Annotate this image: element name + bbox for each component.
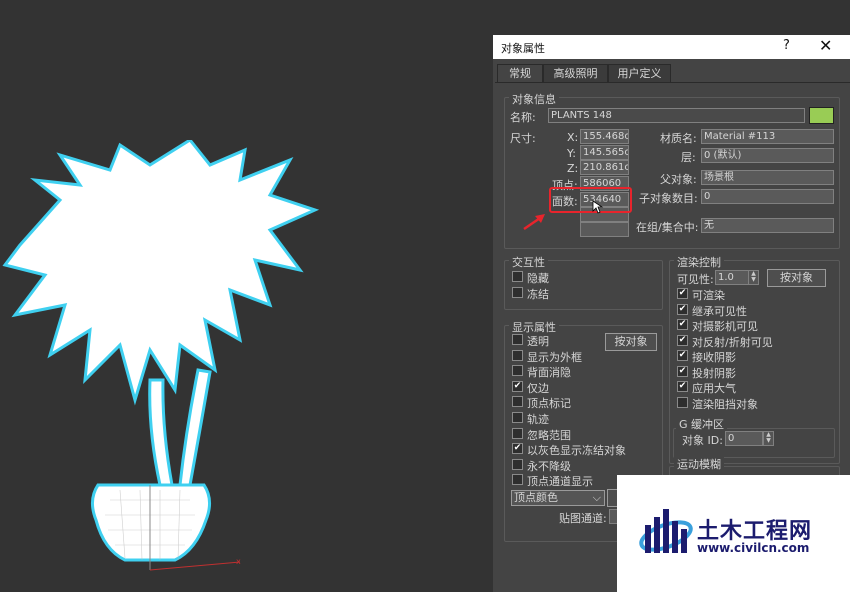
visibility-spinner[interactable]: ▲ ▼ xyxy=(748,270,759,285)
z-dimension-value: 210.861cm xyxy=(580,160,629,175)
display-option-checkbox-1[interactable] xyxy=(512,349,523,361)
parent-value: 场景根 xyxy=(701,170,834,185)
faces-highlight-box xyxy=(549,187,632,213)
title-bar: 对象属性 ? ✕ xyxy=(493,35,850,59)
in-group-value: 无 xyxy=(701,218,834,233)
display-option-label-7: 以灰色显示冻结对象 xyxy=(527,444,626,458)
object-id-label: 对象 ID: xyxy=(682,434,723,447)
render-option-checkbox-6[interactable]: ✔ xyxy=(677,381,688,392)
material-value: Material #113 xyxy=(701,129,834,144)
render-option-checkbox-4[interactable]: ✔ xyxy=(677,350,688,361)
display-option-checkbox-0[interactable] xyxy=(512,334,523,345)
red-arrow-icon xyxy=(523,214,545,231)
material-label: 材质名: xyxy=(660,132,697,145)
render-option-label-0: 可渲染 xyxy=(692,289,725,302)
watermark-url: www.civilcn.com xyxy=(697,541,810,555)
object-info-label: 对象信息 xyxy=(509,91,559,107)
watermark: 土木工程网 www.civilcn.com xyxy=(617,475,850,592)
display-by-object-button[interactable]: 按对象 xyxy=(605,333,657,351)
dialog-title: 对象属性 xyxy=(501,42,545,55)
display-option-checkbox-3[interactable]: ✔ xyxy=(512,380,523,392)
display-option-label-0: 透明 xyxy=(527,335,549,348)
render-option-checkbox-5[interactable]: ✔ xyxy=(677,365,688,377)
dimensions-label: 尺寸: xyxy=(510,132,536,145)
name-label: 名称: xyxy=(510,111,536,124)
render-option-checkbox-0[interactable]: ✔ xyxy=(677,288,688,299)
display-option-checkbox-6[interactable] xyxy=(512,427,523,439)
display-option-checkbox-9[interactable] xyxy=(512,474,523,486)
render-option-checkbox-2[interactable]: ✔ xyxy=(677,319,688,330)
x-label: X: xyxy=(567,131,579,144)
layer-label: 层: xyxy=(681,151,696,164)
render-option-checkbox-7[interactable] xyxy=(677,396,688,408)
empty-info-field-2 xyxy=(580,222,629,237)
display-option-checkbox-2[interactable] xyxy=(512,365,523,377)
children-label: 子对象数目: xyxy=(639,192,698,205)
plant-model[interactable]: x xyxy=(0,140,330,580)
display-option-label-2: 背面消隐 xyxy=(527,366,571,380)
children-value: 0 xyxy=(701,189,834,204)
visibility-field[interactable]: 1.0 xyxy=(715,270,749,285)
parent-label: 父对象: xyxy=(660,173,697,186)
close-button[interactable]: ✕ xyxy=(819,36,832,55)
in-group-label: 在组/集合中: xyxy=(636,221,699,234)
render-option-checkbox-1[interactable]: ✔ xyxy=(677,303,688,315)
civilcn-logo-icon xyxy=(639,509,693,553)
render-option-label-6: 应用大气 xyxy=(692,382,736,395)
render-option-label-2: 对摄影机可见 xyxy=(692,320,758,333)
x-dimension-value: 155.468cm xyxy=(580,129,629,144)
map-channel-label: 贴图通道: xyxy=(559,512,607,525)
object-color-swatch[interactable] xyxy=(809,107,834,124)
render-option-label-1: 继承可见性 xyxy=(692,304,747,318)
display-option-checkbox-4[interactable] xyxy=(512,396,523,408)
interactivity-label: 交互性 xyxy=(509,254,548,270)
gbuffer-label: G 缓冲区 xyxy=(676,416,728,432)
hide-label: 隐藏 xyxy=(527,272,549,285)
y-dimension-value: 145.565cm xyxy=(580,145,629,160)
name-field[interactable]: PLANTS 148 xyxy=(548,108,805,123)
tab-divider xyxy=(495,82,850,83)
display-option-label-5: 轨迹 xyxy=(527,413,549,426)
layer-value: 0 (默认) xyxy=(701,148,834,163)
display-option-label-9: 顶点通道显示 xyxy=(527,475,593,489)
vertex-color-select[interactable]: 顶点颜色 ⌵ xyxy=(511,490,605,506)
vertex-color-value: 顶点颜色 xyxy=(514,491,558,504)
freeze-checkbox[interactable] xyxy=(512,287,523,298)
hide-checkbox[interactable] xyxy=(512,271,523,282)
viewport[interactable]: x xyxy=(0,0,493,592)
render-option-label-4: 接收阴影 xyxy=(692,351,736,364)
render-option-label-5: 投射阴影 xyxy=(692,366,736,380)
display-option-label-4: 顶点标记 xyxy=(527,397,571,411)
svg-text:x: x xyxy=(236,557,241,566)
y-label: Y: xyxy=(567,147,576,160)
display-option-checkbox-7[interactable]: ✔ xyxy=(512,443,523,455)
render-control-label: 渲染控制 xyxy=(674,254,724,270)
display-option-checkbox-8[interactable] xyxy=(512,458,523,470)
display-option-label-6: 忽略范围 xyxy=(527,428,571,442)
object-id-spinner[interactable]: ▲ ▼ xyxy=(763,431,774,446)
render-by-object-button[interactable]: 按对象 xyxy=(767,269,826,287)
render-option-checkbox-3[interactable]: ✔ xyxy=(677,334,688,346)
tab-general[interactable]: 常规 xyxy=(497,64,543,83)
object-id-field[interactable]: 0 xyxy=(725,431,763,446)
freeze-label: 冻结 xyxy=(527,288,549,301)
tab-user-defined[interactable]: 用户定义 xyxy=(608,64,671,83)
display-option-label-1: 显示为外框 xyxy=(527,350,582,364)
render-option-label-7: 渲染阻挡对象 xyxy=(692,397,758,411)
display-option-label-3: 仅边 xyxy=(527,381,549,395)
display-option-label-8: 永不降级 xyxy=(527,459,571,473)
display-option-checkbox-5[interactable] xyxy=(512,412,523,423)
help-button[interactable]: ? xyxy=(783,38,790,53)
motion-blur-label: 运动模糊 xyxy=(674,456,724,472)
mouse-cursor-icon xyxy=(592,200,604,214)
visibility-label: 可见性: xyxy=(677,273,714,286)
render-option-label-3: 对反射/折射可见 xyxy=(692,335,773,349)
z-label: Z: xyxy=(567,162,579,175)
chevron-down-icon: ⌵ xyxy=(592,491,601,504)
tab-advanced-lighting[interactable]: 高级照明 xyxy=(543,64,608,83)
